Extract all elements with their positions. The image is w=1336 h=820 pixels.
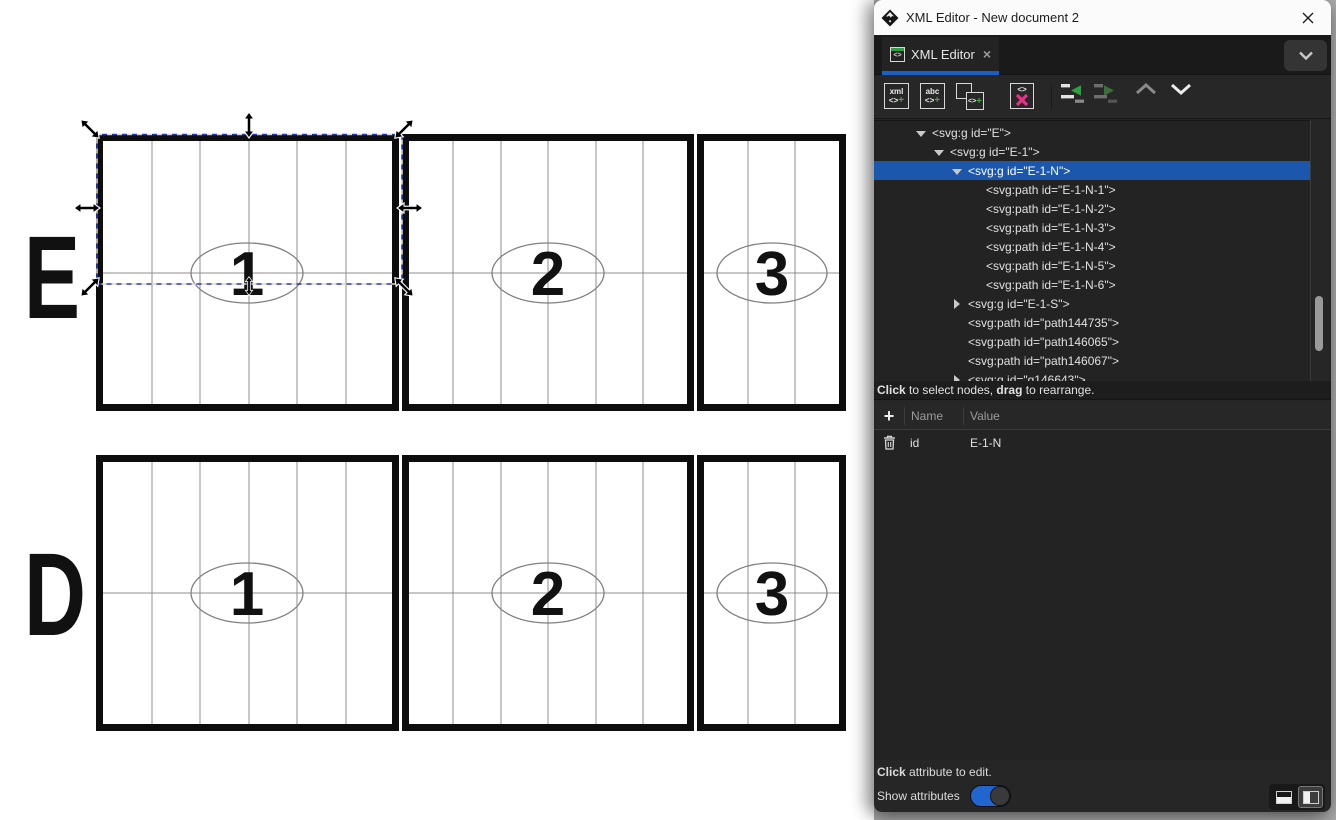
expander-closed-icon[interactable] bbox=[951, 374, 963, 382]
trash-icon bbox=[883, 435, 896, 450]
tree-node[interactable]: <svg:path id="E-1-N-6"> bbox=[874, 275, 1310, 294]
canvas-svg: E bbox=[0, 0, 874, 820]
section-number: 1 bbox=[230, 560, 264, 629]
tree-node[interactable]: <svg:path id="path146065"> bbox=[874, 332, 1310, 351]
tree-node[interactable]: <svg:g id="E-1"> bbox=[874, 142, 1310, 161]
indent-node-icon bbox=[1093, 83, 1118, 103]
duplicate-node-button[interactable]: <>+ bbox=[956, 83, 984, 110]
xml-editor-dialog: XML Editor - New document 2 <> XML Edito… bbox=[874, 0, 1331, 812]
toolbar-separator bbox=[1051, 85, 1052, 109]
xml-toolbar: xml <>+ abc <>+ <>+ <> bbox=[874, 76, 1331, 119]
tree-hint: Click to select nodes, drag to rearrange… bbox=[874, 381, 1331, 400]
new-text-node-button[interactable]: abc <>+ bbox=[920, 83, 945, 109]
add-attribute-button[interactable]: + bbox=[874, 406, 904, 426]
attr-name-header: Name bbox=[905, 409, 963, 423]
tab-xml-editor[interactable]: <> XML Editor × bbox=[882, 37, 999, 75]
section-number: 3 bbox=[755, 240, 789, 309]
expander-open-icon[interactable] bbox=[951, 165, 963, 177]
vertical-layout-icon bbox=[1303, 791, 1319, 804]
panel-layout-switch bbox=[1269, 784, 1325, 810]
tree-node[interactable]: <svg:path id="path146067"> bbox=[874, 351, 1310, 370]
tree-node[interactable]: <svg:path id="path144735"> bbox=[874, 313, 1310, 332]
section-number: 2 bbox=[531, 240, 565, 309]
attribute-edit-hint: Click attribute to edit. bbox=[877, 765, 992, 779]
move-node-up-button[interactable] bbox=[1135, 83, 1157, 95]
horizontal-layout-icon bbox=[1276, 791, 1292, 804]
vertical-layout-button[interactable] bbox=[1298, 786, 1323, 808]
tree-node[interactable]: <svg:path id="E-1-N-4"> bbox=[874, 237, 1310, 256]
section-number: 2 bbox=[531, 560, 565, 629]
expander-open-icon[interactable] bbox=[933, 146, 945, 158]
unindent-node-icon bbox=[1060, 83, 1085, 103]
dialog-titlebar[interactable]: XML Editor - New document 2 bbox=[874, 0, 1331, 35]
delete-node-button[interactable]: <> bbox=[1010, 83, 1034, 109]
row-d-label: D bbox=[24, 529, 86, 661]
indent-node-button[interactable] bbox=[1093, 83, 1118, 103]
inkscape-logo-icon bbox=[881, 9, 899, 27]
scrollbar-thumb[interactable] bbox=[1315, 296, 1323, 351]
xml-editor-tab-icon: <> bbox=[890, 47, 905, 62]
show-attributes-label: Show attributes bbox=[877, 789, 960, 803]
row-e-label: E bbox=[24, 212, 80, 344]
tree-node-selected[interactable]: <svg:g id="E-1-N"> bbox=[874, 161, 1310, 180]
tree-node[interactable]: <svg:g id="g146643"> bbox=[874, 370, 1310, 381]
tree-node[interactable]: <svg:path id="E-1-N-5"> bbox=[874, 256, 1310, 275]
expander-closed-icon[interactable] bbox=[951, 298, 963, 310]
scale-handle-e[interactable] bbox=[397, 203, 423, 213]
tab-label: XML Editor bbox=[911, 47, 975, 62]
screen: E bbox=[0, 0, 1336, 820]
panel-menu-button[interactable] bbox=[1284, 40, 1327, 71]
delete-attribute-button[interactable] bbox=[874, 435, 904, 450]
attribute-name[interactable]: id bbox=[904, 436, 963, 450]
scale-handle-nw[interactable] bbox=[77, 116, 102, 141]
chevron-up-icon bbox=[1135, 83, 1157, 95]
attribute-value[interactable]: E-1-N bbox=[963, 436, 1001, 450]
attribute-value-area[interactable] bbox=[874, 455, 1331, 760]
tree-node[interactable]: <svg:g id="E-1-S"> bbox=[874, 294, 1310, 313]
tree-node[interactable]: <svg:path id="E-1-N-2"> bbox=[874, 199, 1310, 218]
tree-node[interactable]: <svg:path id="E-1-N-3"> bbox=[874, 218, 1310, 237]
attributes-header: + Name Value bbox=[874, 403, 1331, 430]
unindent-node-button[interactable] bbox=[1060, 83, 1085, 103]
duplicate-node-icon: <>+ bbox=[956, 83, 984, 110]
row-e: E bbox=[24, 138, 843, 408]
new-element-node-button[interactable]: xml <>+ bbox=[884, 83, 909, 109]
tab-close-icon[interactable]: × bbox=[983, 46, 991, 62]
tree-node[interactable]: <svg:g id="E"> bbox=[874, 123, 1310, 142]
tab-bar: <> XML Editor × bbox=[874, 35, 1331, 75]
show-attributes-row: Show attributes bbox=[877, 784, 1011, 808]
move-node-down-button[interactable] bbox=[1170, 83, 1192, 95]
attribute-row[interactable]: id E-1-N bbox=[874, 430, 1331, 455]
show-attributes-toggle[interactable] bbox=[970, 785, 1011, 807]
tree-scrollbar[interactable] bbox=[1310, 120, 1326, 381]
close-icon[interactable] bbox=[1297, 7, 1319, 29]
chevron-down-icon bbox=[1170, 83, 1192, 95]
xml-node-tree[interactable]: <svg:g id="E"> <svg:g id="E-1"> <svg:g i… bbox=[874, 120, 1310, 381]
section-number: 3 bbox=[755, 560, 789, 629]
row-d: D 1 2 bbox=[24, 459, 843, 728]
dialog-title: XML Editor - New document 2 bbox=[906, 10, 1079, 25]
section-number: 1 bbox=[230, 240, 264, 309]
delete-node-icon: <> bbox=[1010, 83, 1034, 109]
attr-value-header: Value bbox=[964, 409, 1000, 423]
toggle-knob bbox=[990, 786, 1010, 806]
chevron-down-icon bbox=[1299, 51, 1313, 60]
horizontal-layout-button[interactable] bbox=[1271, 786, 1296, 808]
drawing-canvas[interactable]: E bbox=[0, 0, 874, 820]
tree-node[interactable]: <svg:path id="E-1-N-1"> bbox=[874, 180, 1310, 199]
expander-open-icon[interactable] bbox=[915, 127, 927, 139]
